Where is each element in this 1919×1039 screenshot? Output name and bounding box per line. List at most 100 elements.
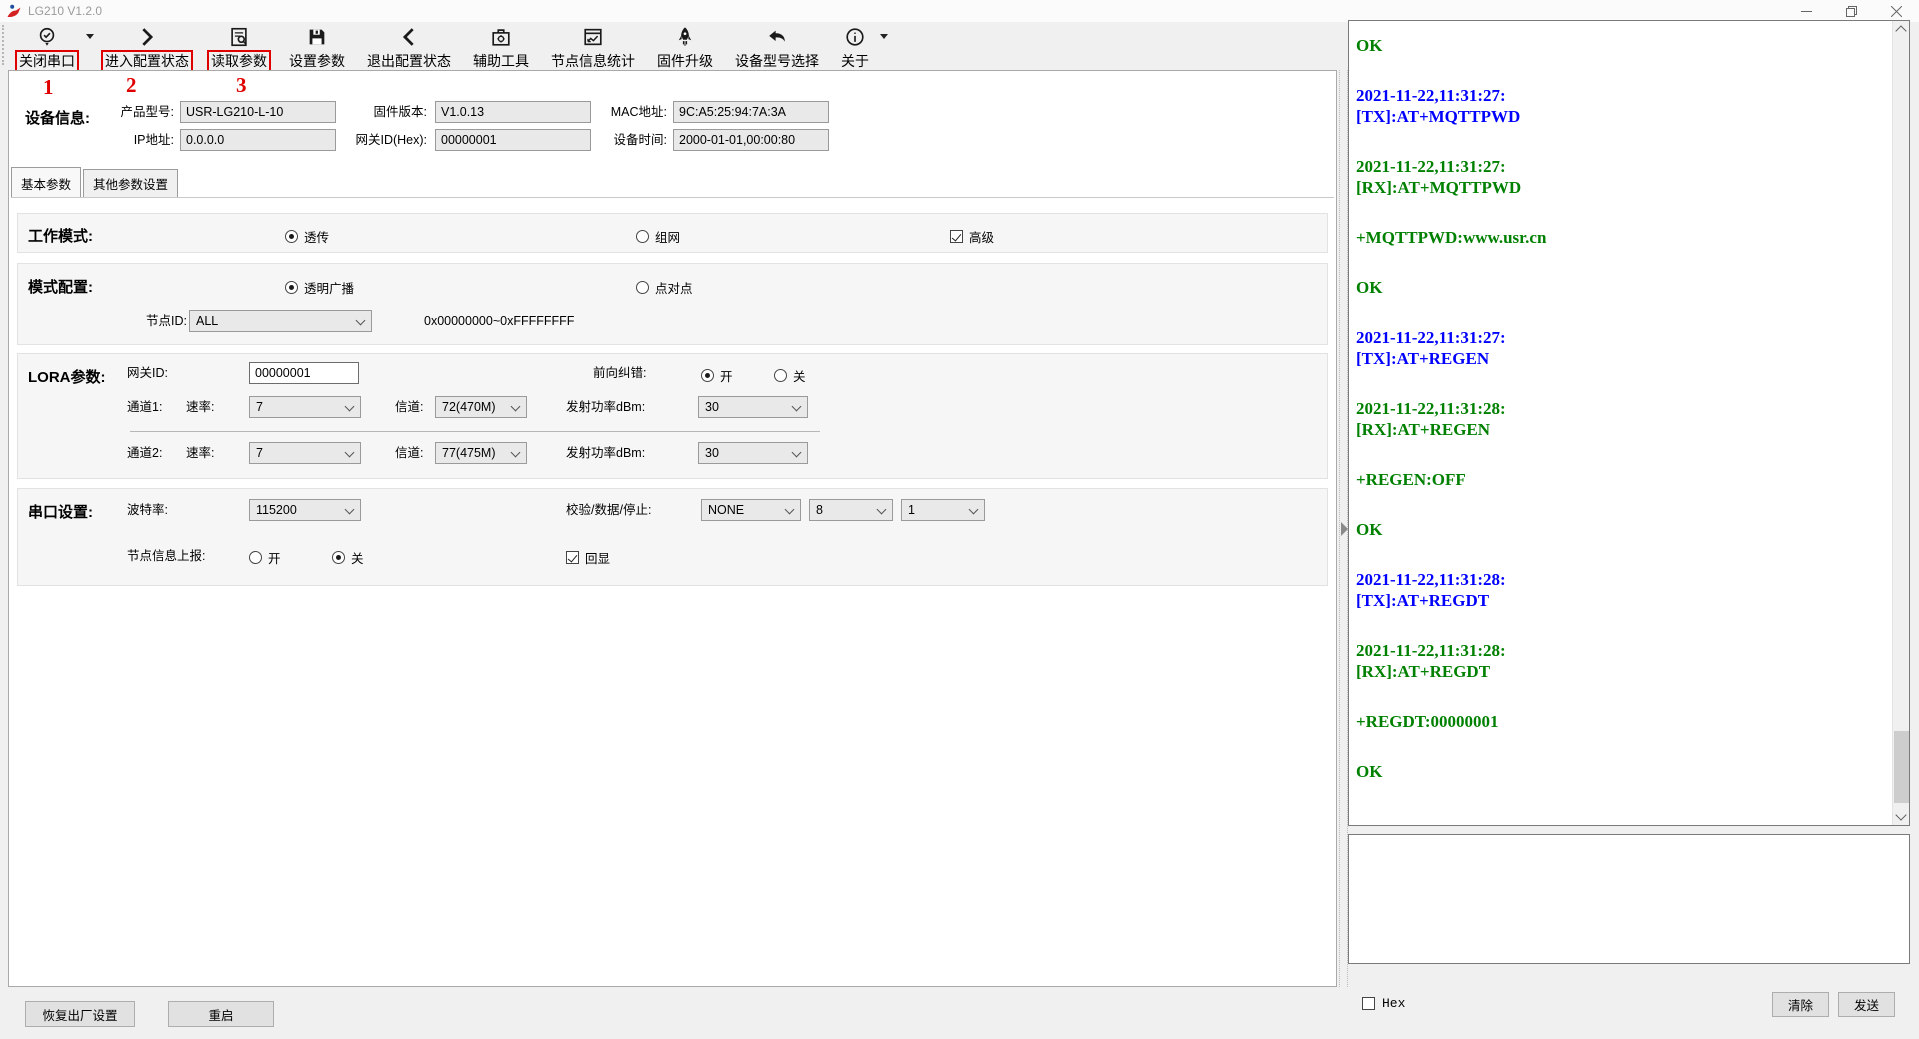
tools-icon	[488, 24, 514, 50]
log-entry: OK	[1356, 519, 1888, 540]
aux-tools-button[interactable]: 辅助工具	[462, 22, 540, 73]
node-stats-button[interactable]: 节点信息统计	[540, 22, 646, 73]
exit-config-button[interactable]: 退出配置状态	[356, 22, 462, 73]
power-label-1: 发射功率dBm:	[566, 396, 645, 418]
radio-fec-on[interactable]: 开	[701, 366, 733, 385]
chevron-down-icon	[785, 505, 795, 515]
log-entry: OK	[1356, 277, 1888, 298]
log-entry: 2021-11-22,11:31:27:[TX]:AT+MQTTPWD	[1356, 85, 1888, 127]
log-line: [TX]:AT+REGEN	[1356, 348, 1888, 369]
radio-fec-off[interactable]: 关	[774, 366, 806, 385]
log-entry: 2021-11-22,11:31:27:[TX]:AT+REGEN	[1356, 327, 1888, 369]
channel2-rate-combo[interactable]: 7	[249, 442, 361, 464]
chevron-down-icon	[345, 505, 355, 515]
scroll-up-icon[interactable]	[1895, 25, 1906, 36]
clear-button[interactable]: 清除	[1772, 992, 1829, 1017]
channel2-power-combo[interactable]: 30	[698, 442, 808, 464]
log-line: 2021-11-22,11:31:28:	[1356, 398, 1888, 419]
channel2-channel-combo[interactable]: 77(475M)	[435, 442, 527, 464]
radio-networking[interactable]: 组网	[636, 227, 680, 246]
product-model-label: 产品型号:	[104, 101, 174, 123]
log-content: OK2021-11-22,11:31:27:[TX]:AT+MQTTPWD202…	[1349, 21, 1892, 825]
device-time-field[interactable]	[673, 129, 829, 151]
enter-config-button[interactable]: 进入配置状态	[94, 22, 200, 73]
log-line: 2021-11-22,11:31:27:	[1356, 85, 1888, 106]
ip-address-field[interactable]	[180, 129, 336, 151]
work-mode-section: 工作模式: 透传 组网 高级	[17, 213, 1328, 253]
log-line: 2021-11-22,11:31:28:	[1356, 640, 1888, 661]
scroll-down-icon[interactable]	[1895, 809, 1906, 820]
log-line: 2021-11-22,11:31:27:	[1356, 156, 1888, 177]
rate-label-1: 速率:	[186, 396, 214, 418]
send-input-area[interactable]	[1348, 834, 1910, 964]
send-button[interactable]: 发送	[1838, 992, 1895, 1017]
panel-splitter[interactable]	[1339, 70, 1348, 987]
channel1-rate-combo[interactable]: 7	[249, 396, 361, 418]
log-line: OK	[1356, 35, 1888, 56]
annotation-2: 2	[126, 73, 137, 98]
mac-address-field[interactable]	[673, 101, 829, 123]
data-bits-combo[interactable]: 8	[809, 499, 893, 521]
channel1-power-combo[interactable]: 30	[698, 396, 808, 418]
echo-checkbox[interactable]: 回显	[566, 548, 610, 567]
firmware-upgrade-icon	[672, 24, 698, 50]
firmware-version-field[interactable]	[435, 101, 591, 123]
log-entry: 2021-11-22,11:31:28:[RX]:AT+REGEN	[1356, 398, 1888, 440]
firmware-version-label: 固件版本:	[349, 101, 427, 123]
log-entry: 2021-11-22,11:31:27:[RX]:AT+MQTTPWD	[1356, 156, 1888, 198]
close-button[interactable]	[1874, 0, 1919, 22]
parity-combo[interactable]: NONE	[701, 499, 801, 521]
firmware-upgrade-button[interactable]: 固件升级	[646, 22, 724, 73]
restore-button[interactable]	[1829, 0, 1874, 22]
mode-config-title: 模式配置:	[28, 276, 93, 297]
set-params-button[interactable]: 设置参数	[278, 22, 356, 73]
minimize-button[interactable]	[1784, 0, 1829, 22]
node-id-combo[interactable]: ALL	[189, 310, 372, 332]
log-line: OK	[1356, 761, 1888, 782]
lora-title: LORA参数:	[28, 366, 106, 387]
work-mode-title: 工作模式:	[28, 225, 93, 246]
log-line: +REGEN:OFF	[1356, 469, 1888, 490]
log-line: OK	[1356, 277, 1888, 298]
close-serial-button[interactable]: 关闭串口	[8, 22, 86, 73]
tab-basic-params[interactable]: 基本参数	[11, 167, 81, 198]
ip-address-label: IP地址:	[104, 129, 174, 151]
log-scrollbar[interactable]	[1892, 21, 1909, 825]
serial-dropdown-caret-icon[interactable]	[86, 34, 94, 39]
chevron-down-icon	[877, 505, 887, 515]
baud-combo[interactable]: 115200	[249, 499, 361, 521]
radio-transparent[interactable]: 透传	[285, 227, 329, 246]
device-model-button[interactable]: 设备型号选择	[724, 22, 830, 73]
radio-report-off[interactable]: 关	[332, 548, 364, 567]
power-label-2: 发射功率dBm:	[566, 442, 645, 464]
gateway-id-input[interactable]	[249, 362, 359, 384]
about-icon	[842, 24, 868, 50]
radio-p2p[interactable]: 点对点	[636, 278, 693, 297]
advanced-checkbox[interactable]: 高级	[950, 227, 994, 246]
splitter-collapse-icon[interactable]	[1341, 522, 1348, 536]
tab-bar: 基本参数 其他参数设置	[11, 171, 180, 198]
stop-bits-combo[interactable]: 1	[901, 499, 985, 521]
restart-button[interactable]: 重启	[168, 1001, 274, 1027]
chevron-down-icon	[792, 448, 802, 458]
scrollbar-thumb[interactable]	[1894, 731, 1909, 803]
hex-checkbox[interactable]: Hex	[1362, 996, 1405, 1011]
read-params-button[interactable]: 读取参数	[200, 22, 278, 73]
log-line: 2021-11-22,11:31:27:	[1356, 327, 1888, 348]
channel1-channel-combo[interactable]: 72(470M)	[435, 396, 527, 418]
radio-broadcast[interactable]: 透明广播	[285, 278, 354, 297]
about-button[interactable]: 关于	[830, 22, 880, 73]
log-line: [RX]:AT+MQTTPWD	[1356, 177, 1888, 198]
factory-reset-button[interactable]: 恢复出厂设置	[25, 1001, 135, 1027]
node-report-label: 节点信息上报:	[127, 545, 205, 567]
tab-other-params[interactable]: 其他参数设置	[83, 169, 178, 198]
read-params-icon	[226, 24, 252, 50]
log-output[interactable]: OK2021-11-22,11:31:27:[TX]:AT+MQTTPWD202…	[1348, 20, 1910, 826]
toolbar-overflow-caret-icon[interactable]	[880, 34, 888, 39]
baud-label: 波特率:	[127, 499, 168, 521]
toolbar-grip[interactable]	[2, 25, 7, 65]
product-model-field[interactable]	[180, 101, 336, 123]
fec-label: 前向纠错:	[593, 362, 646, 384]
gateway-id-hex-field[interactable]	[435, 129, 591, 151]
radio-report-on[interactable]: 开	[249, 548, 281, 567]
